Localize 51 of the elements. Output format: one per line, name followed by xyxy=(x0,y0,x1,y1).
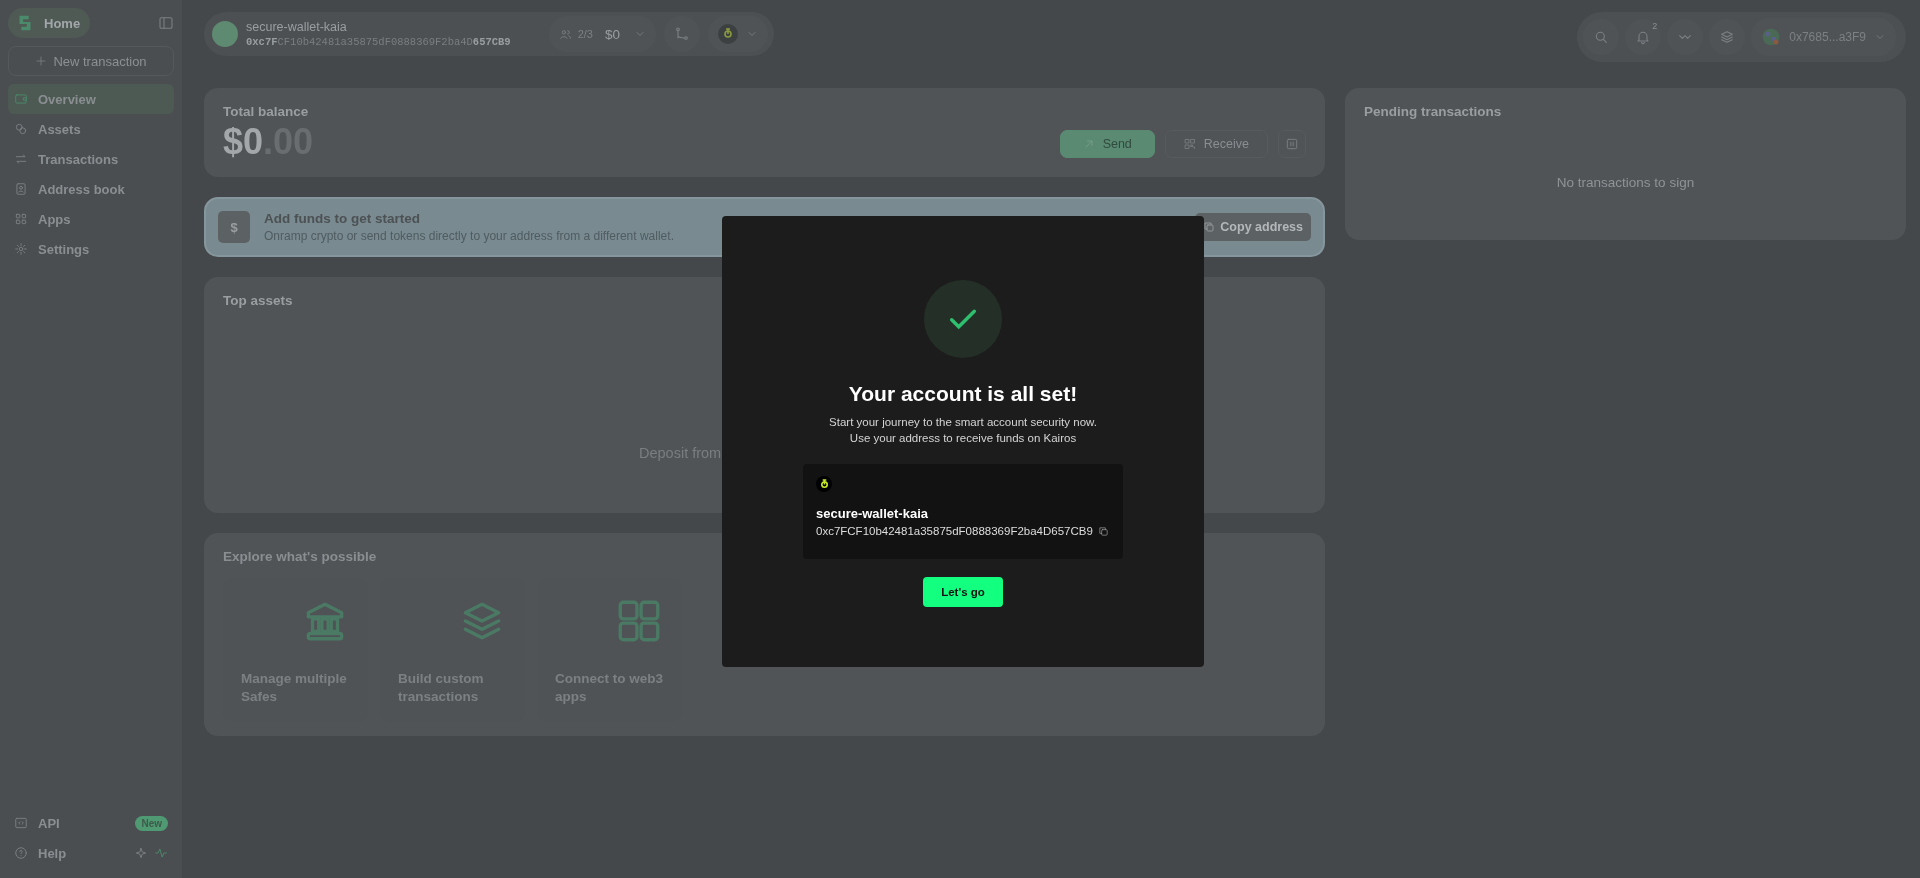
card-title: Pending transactions xyxy=(1364,104,1503,119)
sidebar-item[interactable]: Settings xyxy=(8,234,174,264)
sidebar-item[interactable]: Overview xyxy=(8,84,174,114)
dollar-badge: $ xyxy=(218,211,250,243)
safe-balance: $0 xyxy=(604,26,620,42)
account-avatar-icon xyxy=(1761,27,1782,47)
sidebar-toggle-icon[interactable] xyxy=(158,15,174,31)
settings-icon xyxy=(14,242,28,256)
wallet-icon xyxy=(14,92,28,106)
new-badge: New xyxy=(135,815,168,831)
safe-name: secure-wallet-kaia xyxy=(816,506,929,521)
layers-icon xyxy=(1719,29,1736,45)
send-button[interactable]: Send xyxy=(1059,130,1155,158)
sidebar-item[interactable]: Transactions xyxy=(8,144,174,174)
route-icon xyxy=(674,26,690,42)
card-title: Top assets xyxy=(223,293,294,308)
network-logo-icon xyxy=(816,476,832,492)
qr-code-icon xyxy=(1183,138,1196,150)
lets-go-button[interactable]: Let's go xyxy=(923,577,1003,607)
sidebar-item[interactable]: Assets xyxy=(8,114,174,144)
receive-button[interactable]: Receive xyxy=(1164,130,1268,158)
card-title: Explore what's possible xyxy=(223,549,378,564)
help-link[interactable]: Help xyxy=(14,845,67,861)
safe-avatar xyxy=(212,21,238,47)
copy-icon xyxy=(1203,221,1216,233)
safe-name: secure-wallet-kaia xyxy=(246,20,348,34)
search-icon xyxy=(1593,29,1610,45)
plus-icon xyxy=(35,55,48,67)
sidebar-item[interactable]: Address book xyxy=(8,174,174,204)
owners-icon xyxy=(558,27,572,41)
safe-address: 0xc7FCF10b42481a35875dF0888369F2ba4D657CB9 xyxy=(816,525,1093,537)
arrows-icon xyxy=(14,152,28,166)
address-book-icon xyxy=(14,182,28,196)
api-link[interactable]: API New xyxy=(8,808,174,838)
bracket-icon xyxy=(1285,137,1299,151)
copy-icon[interactable] xyxy=(1097,525,1109,537)
more-button[interactable] xyxy=(1278,130,1306,158)
network-logo-icon xyxy=(718,24,738,44)
card-title: Total balance xyxy=(223,104,310,119)
home-button[interactable]: Home xyxy=(8,8,91,38)
banner-title: Add funds to get started xyxy=(264,211,421,226)
modal-description: Start your journey to the smart account security now. Use your address to receive funds on Kairos xyxy=(829,415,1097,446)
empty-state-text: No transactions to sign xyxy=(1555,175,1696,190)
activity-icon[interactable] xyxy=(154,846,168,860)
apps-icon xyxy=(14,212,28,226)
help-icon xyxy=(14,846,28,860)
copy-address-button[interactable]: Copy address xyxy=(1195,213,1311,241)
modal-title: Your account is all set! xyxy=(848,382,1078,406)
new-transaction-button[interactable]: New transaction xyxy=(8,46,174,76)
sidebar-item[interactable]: Apps xyxy=(8,204,174,234)
coins-icon xyxy=(14,122,28,136)
